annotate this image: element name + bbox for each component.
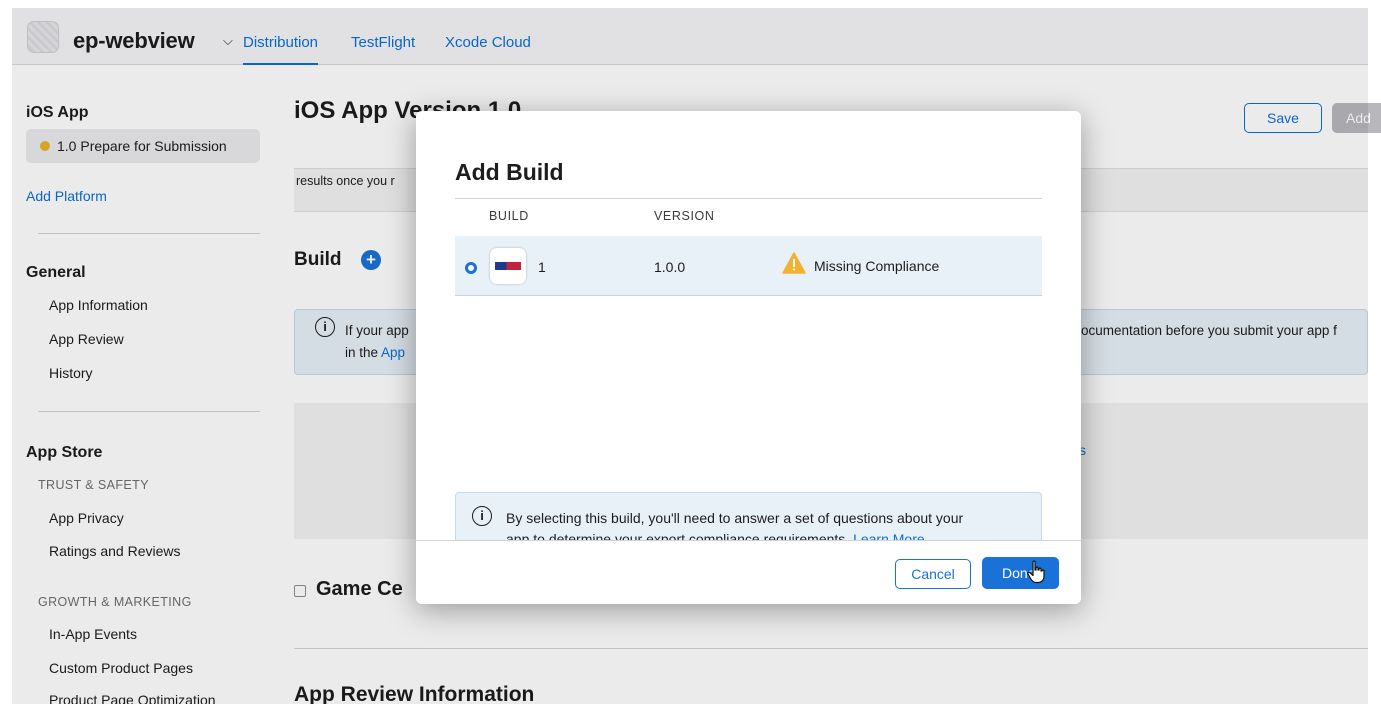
build-version: 1.0.0 (654, 259, 686, 275)
column-header-version: VERSION (654, 209, 715, 223)
build-app-thumbnail (490, 248, 526, 284)
add-build-dialog: Add Build BUILD VERSION 1 1.0.0 Missing … (416, 111, 1081, 604)
row-divider (455, 295, 1042, 296)
compliance-status: Missing Compliance (814, 258, 940, 274)
dialog-divider (455, 198, 1042, 199)
app-store-connect-page: ep-webview ⌵ Distribution TestFlight Xco… (0, 0, 1381, 704)
info-icon: i (472, 506, 492, 526)
column-header-build: BUILD (489, 209, 529, 223)
build-radio-selected[interactable] (465, 262, 477, 274)
hand-pointer-cursor-icon (1027, 560, 1045, 584)
warning-icon (782, 252, 806, 274)
compliance-info-line-one: By selecting this build, you'll need to … (506, 510, 964, 526)
build-number: 1 (538, 259, 546, 275)
app-logo-icon (495, 262, 521, 270)
dialog-title: Add Build (455, 159, 564, 185)
cancel-button[interactable]: Cancel (895, 559, 971, 589)
